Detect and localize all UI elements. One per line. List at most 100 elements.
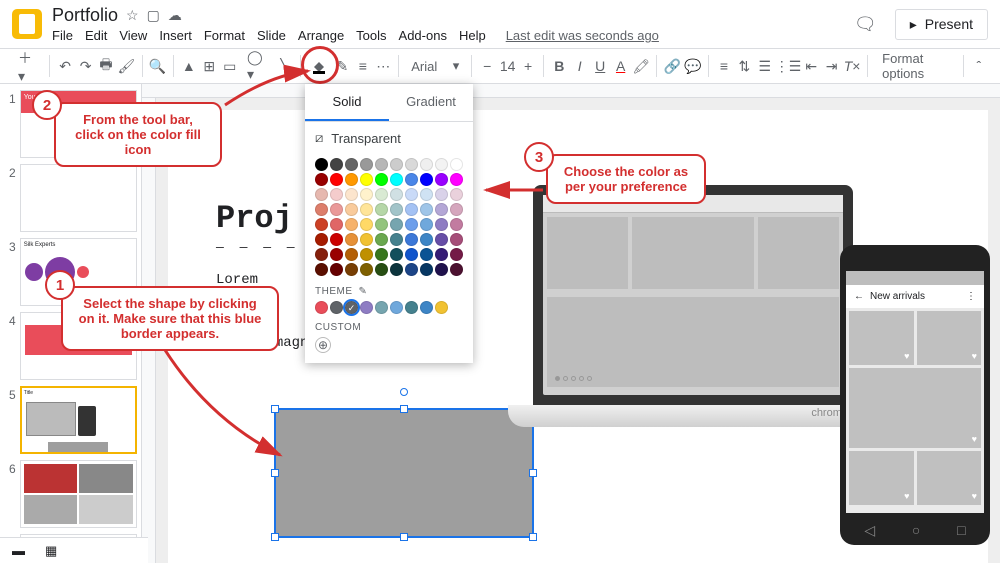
- filmstrip-view-icon[interactable]: ▬: [12, 543, 25, 558]
- color-swatch[interactable]: [360, 263, 373, 276]
- color-swatch[interactable]: [450, 173, 463, 186]
- pencil-icon[interactable]: ✎: [359, 286, 368, 297]
- theme-swatch[interactable]: [390, 301, 403, 314]
- color-swatch[interactable]: [360, 203, 373, 216]
- picker-tab-gradient[interactable]: Gradient: [389, 84, 473, 121]
- theme-swatch[interactable]: ✓: [345, 301, 358, 314]
- color-swatch[interactable]: [435, 173, 448, 186]
- resize-handle-br[interactable]: [529, 533, 537, 541]
- color-swatch[interactable]: [360, 233, 373, 246]
- font-size-value[interactable]: 14: [498, 54, 516, 78]
- color-swatch[interactable]: [420, 248, 433, 261]
- fill-color-button[interactable]: [307, 54, 332, 78]
- color-swatch[interactable]: [435, 203, 448, 216]
- color-swatch[interactable]: [435, 188, 448, 201]
- menu-arrange[interactable]: Arrange: [298, 28, 344, 43]
- color-swatch[interactable]: [450, 248, 463, 261]
- color-swatch[interactable]: [435, 263, 448, 276]
- line-tool[interactable]: ╲: [275, 54, 293, 78]
- underline-button[interactable]: U: [591, 54, 609, 78]
- indent-decrease-button[interactable]: ⇤: [802, 54, 820, 78]
- color-swatch[interactable]: [315, 203, 328, 216]
- move-icon[interactable]: ▢: [147, 7, 160, 24]
- menu-insert[interactable]: Insert: [159, 28, 192, 43]
- color-swatch[interactable]: [360, 173, 373, 186]
- new-slide-button[interactable]: ＋ ▾: [12, 54, 43, 78]
- comment-button[interactable]: 💬: [683, 54, 701, 78]
- color-swatch[interactable]: [390, 218, 403, 231]
- undo-button[interactable]: ↶: [56, 54, 74, 78]
- slide-thumb-6[interactable]: [20, 460, 137, 528]
- color-swatch[interactable]: [345, 188, 358, 201]
- color-swatch[interactable]: [390, 263, 403, 276]
- picker-tab-solid[interactable]: Solid: [305, 84, 389, 121]
- theme-swatch[interactable]: [420, 301, 433, 314]
- menu-slide[interactable]: Slide: [257, 28, 286, 43]
- font-family-select[interactable]: Arial▾: [405, 54, 465, 78]
- line-spacing-button[interactable]: ⇅: [735, 54, 753, 78]
- link-button[interactable]: 🔗: [663, 54, 681, 78]
- ruler-horizontal[interactable]: [142, 84, 1000, 98]
- color-swatch[interactable]: [450, 263, 463, 276]
- border-dash-button[interactable]: ⋯: [374, 54, 392, 78]
- color-swatch[interactable]: [375, 203, 388, 216]
- color-swatch[interactable]: [330, 248, 343, 261]
- highlight-button[interactable]: 🖍: [632, 54, 650, 78]
- select-tool[interactable]: ▲: [180, 54, 198, 78]
- color-swatch[interactable]: [435, 233, 448, 246]
- color-swatch[interactable]: [315, 218, 328, 231]
- numbered-list-button[interactable]: ☰: [756, 54, 774, 78]
- theme-swatch[interactable]: [435, 301, 448, 314]
- color-swatch[interactable]: [405, 158, 418, 171]
- theme-swatch[interactable]: [360, 301, 373, 314]
- color-swatch[interactable]: [330, 233, 343, 246]
- color-swatch[interactable]: [330, 158, 343, 171]
- bold-button[interactable]: B: [550, 54, 568, 78]
- color-swatch[interactable]: [390, 158, 403, 171]
- color-swatch[interactable]: [375, 158, 388, 171]
- theme-swatch[interactable]: [375, 301, 388, 314]
- resize-handle-bl[interactable]: [271, 533, 279, 541]
- selected-rectangle-shape[interactable]: [274, 408, 534, 538]
- menu-file[interactable]: File: [52, 28, 73, 43]
- grid-view-icon[interactable]: ▦: [45, 543, 57, 559]
- theme-swatch[interactable]: [315, 301, 328, 314]
- color-swatch[interactable]: [330, 203, 343, 216]
- color-swatch[interactable]: [390, 188, 403, 201]
- color-swatch[interactable]: [360, 248, 373, 261]
- indent-increase-button[interactable]: ⇥: [822, 54, 840, 78]
- color-swatch[interactable]: [420, 203, 433, 216]
- color-swatch[interactable]: [420, 233, 433, 246]
- color-swatch[interactable]: [405, 263, 418, 276]
- color-swatch[interactable]: [375, 188, 388, 201]
- add-custom-color-button[interactable]: ⊕: [315, 337, 331, 353]
- color-swatch[interactable]: [420, 218, 433, 231]
- color-swatch[interactable]: [345, 233, 358, 246]
- color-swatch[interactable]: [405, 203, 418, 216]
- color-swatch[interactable]: [345, 158, 358, 171]
- color-swatch[interactable]: [420, 158, 433, 171]
- color-swatch[interactable]: [375, 233, 388, 246]
- slide-title-text[interactable]: Proj: [216, 200, 293, 237]
- italic-button[interactable]: I: [571, 54, 589, 78]
- rotate-handle[interactable]: [400, 388, 408, 396]
- color-swatch[interactable]: [315, 248, 328, 261]
- print-button[interactable]: 🖶: [97, 54, 115, 78]
- format-options-button[interactable]: Format options: [874, 51, 957, 81]
- color-swatch[interactable]: [375, 218, 388, 231]
- align-button[interactable]: ≡: [715, 54, 733, 78]
- color-swatch[interactable]: [330, 173, 343, 186]
- color-swatch[interactable]: [360, 188, 373, 201]
- star-icon[interactable]: ☆: [126, 7, 139, 24]
- font-size-decrease[interactable]: −: [478, 54, 496, 78]
- color-swatch[interactable]: [360, 158, 373, 171]
- color-swatch[interactable]: [375, 248, 388, 261]
- shape-tool[interactable]: ◯ ▾: [241, 54, 273, 78]
- color-swatch[interactable]: [315, 233, 328, 246]
- color-swatch[interactable]: [315, 263, 328, 276]
- color-swatch[interactable]: [315, 173, 328, 186]
- color-swatch[interactable]: [390, 233, 403, 246]
- color-swatch[interactable]: [390, 173, 403, 186]
- theme-swatch[interactable]: [405, 301, 418, 314]
- color-swatch[interactable]: [345, 248, 358, 261]
